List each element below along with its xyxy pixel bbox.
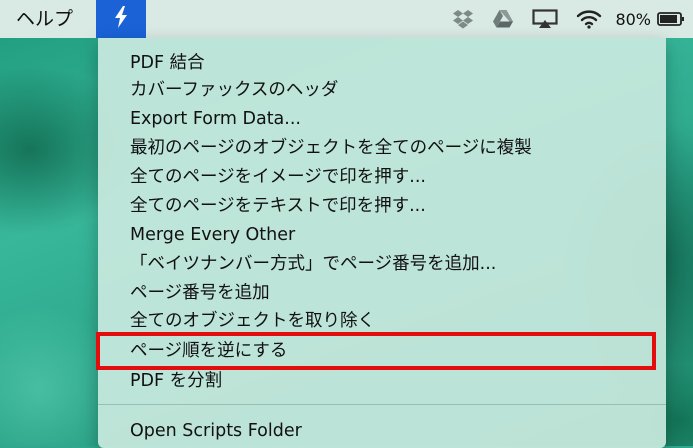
menu-item-label: 「ベイツナンバー方式」でページ番号を追加... bbox=[130, 254, 497, 274]
menu-item-label: Open Scripts Folder bbox=[130, 421, 302, 441]
menu-item-split-pdf[interactable]: PDF を分割 bbox=[98, 368, 666, 394]
menu-item-remove-all-objects[interactable]: 全てのオブジェクトを取り除く bbox=[98, 308, 666, 334]
menu-item-label: 最初のページのオブジェクトを全てのページに複製 bbox=[130, 138, 532, 158]
menu-item-stamp-text[interactable]: 全てのページをテキストで印を押す... bbox=[98, 193, 666, 219]
menu-item-label: PDF を分割 bbox=[130, 371, 223, 391]
menu-item-pdf-merge[interactable]: PDF 結合 bbox=[98, 50, 666, 76]
battery-icon[interactable] bbox=[657, 0, 685, 38]
airplay-icon[interactable] bbox=[532, 0, 559, 38]
menu-item-label: 全てのページをイメージで印を押す... bbox=[130, 167, 426, 187]
menu-item-label: ページ番号を追加 bbox=[130, 283, 270, 303]
menu-separator bbox=[98, 404, 666, 405]
dropbox-icon[interactable] bbox=[452, 0, 474, 38]
script-menu-button[interactable] bbox=[96, 0, 146, 38]
menu-item-label: Merge Every Other bbox=[130, 225, 296, 245]
menu-item-cover-fax-header[interactable]: カバーファックスのヘッダ bbox=[98, 77, 666, 103]
battery-percent: 80% bbox=[615, 9, 651, 29]
status-area: 80% bbox=[443, 0, 693, 38]
menu-item-label: PDF 結合 bbox=[130, 53, 205, 73]
menu-item-open-scripts-folder[interactable]: Open Scripts Folder bbox=[98, 418, 666, 444]
menu-item-bates-numbering[interactable]: 「ベイツナンバー方式」でページ番号を追加... bbox=[98, 251, 666, 277]
google-drive-icon[interactable] bbox=[492, 0, 514, 38]
menu-item-label: カバーファックスのヘッダ bbox=[130, 80, 339, 100]
script-bolt-icon bbox=[112, 5, 130, 33]
menu-item-copy-first-page-objects[interactable]: 最初のページのオブジェクトを全てのページに複製 bbox=[98, 135, 666, 161]
menu-item-stamp-image[interactable]: 全てのページをイメージで印を押す... bbox=[98, 164, 666, 190]
menu-item-label: Export Form Data... bbox=[130, 109, 301, 129]
menu-item-add-page-numbers[interactable]: ページ番号を追加 bbox=[98, 280, 666, 306]
menu-item-label: 全てのオブジェクトを取り除く bbox=[130, 311, 375, 331]
wifi-icon[interactable] bbox=[576, 0, 602, 38]
highlight-annotation-box bbox=[96, 332, 656, 370]
menu-bar: ヘルプ 80% bbox=[0, 0, 693, 38]
menu-item-export-form-data[interactable]: Export Form Data... bbox=[98, 106, 666, 132]
script-menu-dropdown: PDF 結合 カバーファックスのヘッダ Export Form Data... … bbox=[98, 38, 666, 448]
menu-help[interactable]: ヘルプ bbox=[10, 0, 79, 38]
menu-item-label: 全てのページをテキストで印を押す... bbox=[130, 196, 426, 216]
menu-item-merge-every-other[interactable]: Merge Every Other bbox=[98, 222, 666, 248]
